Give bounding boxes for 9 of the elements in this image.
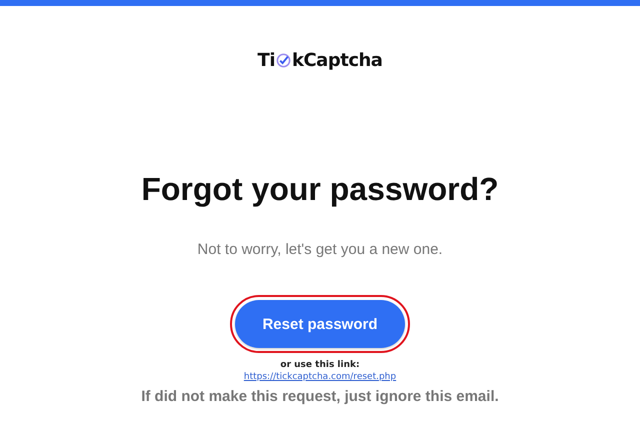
- link-label: or use this link:: [280, 360, 360, 370]
- logo-text: Ti: [258, 50, 275, 71]
- subtitle: Not to worry, let's get you a new one.: [197, 241, 443, 258]
- footer-note: If did not make this request, just ignore this email.: [141, 388, 499, 405]
- heading: Forgot your password?: [141, 171, 499, 208]
- logo-text: kCaptcha: [292, 50, 382, 71]
- reset-link[interactable]: https://tickcaptcha.com/reset.php: [244, 372, 396, 382]
- check-circle-icon: [276, 53, 291, 68]
- reset-password-button[interactable]: Reset password: [235, 300, 405, 348]
